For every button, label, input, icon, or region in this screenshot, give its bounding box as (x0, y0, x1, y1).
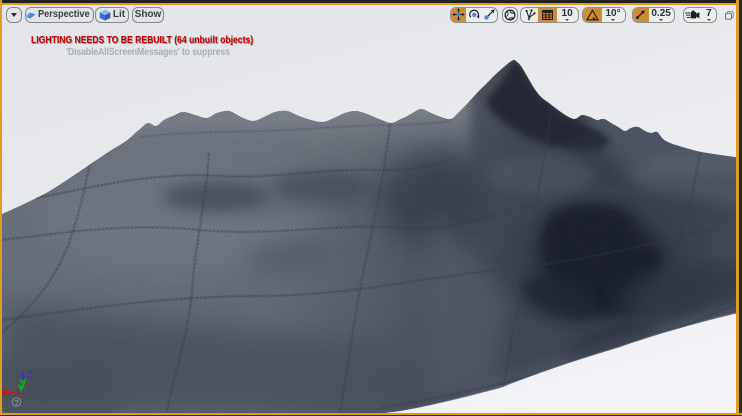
svg-text:Z: Z (27, 370, 33, 381)
svg-text:?: ? (14, 398, 19, 407)
